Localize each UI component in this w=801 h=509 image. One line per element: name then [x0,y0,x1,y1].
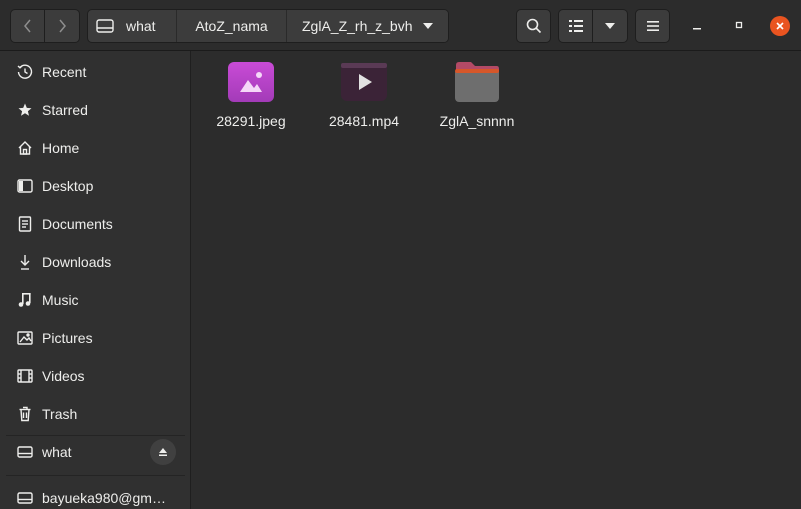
sidebar-item-desktop[interactable]: Desktop [0,167,190,205]
close-icon [776,22,784,30]
sidebar-separator [6,475,185,476]
download-icon [16,253,34,271]
folder-icon [453,59,501,105]
chevron-left-icon [23,19,31,33]
maximize-icon [735,21,743,29]
home-icon [16,139,34,157]
chevron-down-icon [605,23,615,29]
breadcrumb: what AtoZ_nama ZglA_Z_rh_z_bvh [87,9,449,43]
video-icon [16,367,34,385]
sidebar-item-documents[interactable]: Documents [0,205,190,243]
file-name: 28291.jpeg [216,113,286,129]
sidebar-item-label: Recent [42,64,87,80]
list-view-button[interactable] [558,9,593,43]
document-icon [16,215,34,233]
navigation-buttons [10,9,80,43]
music-icon [16,291,34,309]
minimize-icon [693,28,701,30]
trash-icon [16,405,34,423]
picture-icon [16,329,34,347]
breadcrumb-label: what [126,18,156,34]
list-view-icon [568,20,583,32]
sidebar: Recent Starred Home Desktop Documents Do… [0,51,191,509]
back-button[interactable] [10,9,45,43]
hamburger-menu-icon [646,21,659,31]
clock-icon [16,63,34,81]
file-name: ZglA_snnnn [439,113,515,129]
maximize-button[interactable] [730,16,748,34]
video-file-icon [340,59,388,105]
sidebar-item-label: bayueka980@gm… [42,490,166,506]
search-icon [526,18,541,34]
sidebar-item-label: Music [42,292,79,308]
sidebar-item-what[interactable]: what [0,433,190,471]
drive-icon [16,443,34,461]
breadcrumb-item-what[interactable]: what [88,10,177,42]
forward-button[interactable] [45,9,80,43]
sidebar-item-music[interactable]: Music [0,281,190,319]
sidebar-item-label: Downloads [42,254,112,270]
breadcrumb-item-current[interactable]: ZglA_Z_rh_z_bvh [287,10,448,42]
sidebar-item-home[interactable]: Home [0,129,190,167]
sidebar-item-pictures[interactable]: Pictures [0,319,190,357]
sidebar-item-label: Videos [42,368,85,384]
sidebar-item-label: Trash [42,406,78,422]
eject-icon [159,448,167,456]
star-icon [16,101,34,119]
file-item-video[interactable]: 28481.mp4 [309,59,419,139]
view-options-button[interactable] [593,9,628,43]
file-item-image[interactable]: 28291.jpeg [196,59,306,139]
chevron-right-icon [59,19,66,33]
network-drive-icon [16,489,34,507]
view-buttons [558,9,628,43]
search-button[interactable] [516,9,551,43]
file-name: 28481.mp4 [328,113,400,129]
sidebar-item-recent[interactable]: Recent [0,53,190,91]
sidebar-item-starred[interactable]: Starred [0,91,190,129]
sidebar-item-label: Starred [42,102,88,118]
chevron-down-icon [423,23,433,29]
drive-icon [96,19,114,33]
breadcrumb-label: ZglA_Z_rh_z_bvh [302,18,413,34]
header-bar: what AtoZ_nama ZglA_Z_rh_z_bvh [0,0,801,51]
menu-button[interactable] [635,9,670,43]
sidebar-item-label: Desktop [42,178,94,194]
image-file-icon [227,59,275,105]
sidebar-item-label: Documents [42,216,113,232]
sidebar-item-label: what [42,444,72,460]
file-view: 28291.jpeg 28481.mp4 ZglA_snnnn [192,51,801,509]
close-button[interactable] [770,16,790,36]
desktop-icon [16,177,34,195]
sidebar-item-label: Pictures [42,330,93,346]
sidebar-item-label: Home [42,140,80,156]
sidebar-item-network-drive[interactable]: bayueka980@gm… [0,479,190,509]
breadcrumb-label: AtoZ_nama [195,18,268,34]
sidebar-item-trash[interactable]: Trash [0,395,190,433]
sidebar-item-downloads[interactable]: Downloads [0,243,190,281]
sidebar-item-videos[interactable]: Videos [0,357,190,395]
minimize-button[interactable] [688,16,706,34]
eject-button[interactable] [150,439,176,465]
file-item-folder[interactable]: ZglA_snnnn [422,59,532,139]
breadcrumb-item-atoz-nama[interactable]: AtoZ_nama [177,10,287,42]
